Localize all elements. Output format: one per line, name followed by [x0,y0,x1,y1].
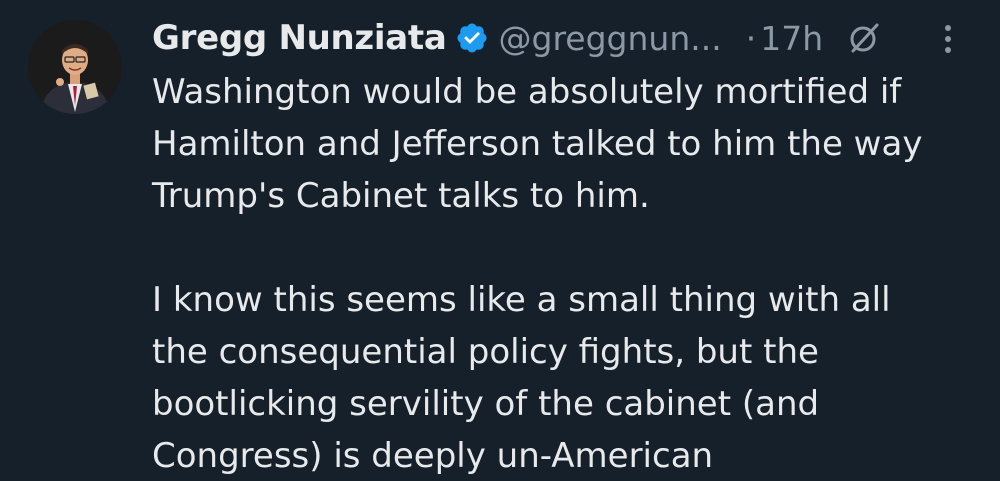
more-options-icon[interactable] [938,24,958,60]
avatar[interactable] [28,20,122,114]
tweet-paragraph: Washington would be absolutely mortified… [152,66,970,222]
text-line: the consequential policy fights, but the [152,332,819,372]
avatar-image [28,20,122,114]
tweet-content: Gregg Nunziata @greggnun... · 17h Washin… [152,10,970,481]
text-line: Trump's Cabinet talks to him. [152,176,650,216]
tweet-text: Washington would be absolutely mortified… [152,66,970,481]
tweet-header: Gregg Nunziata @greggnun... · 17h [152,10,970,66]
text-line: I know this seems like a small thing wit… [152,280,891,320]
verified-badge-icon[interactable] [455,21,489,55]
timestamp[interactable]: 17h [760,19,823,58]
text-line: Hamilton and Jefferson talked to him the… [152,124,923,164]
author-name[interactable]: Gregg Nunziata [152,18,447,58]
header-separator: · [745,18,757,58]
text-line: Congress) is deeply un-American [152,436,714,476]
tweet[interactable]: Gregg Nunziata @greggnun... · 17h Washin… [0,0,1000,481]
text-line: bootlicking servility of the cabinet (an… [152,384,820,424]
grok-icon[interactable] [847,21,881,55]
author-handle[interactable]: @greggnun... [499,19,722,58]
tweet-paragraph: I know this seems like a small thing wit… [152,274,970,481]
text-line: Washington would be absolutely mortified… [152,72,902,112]
